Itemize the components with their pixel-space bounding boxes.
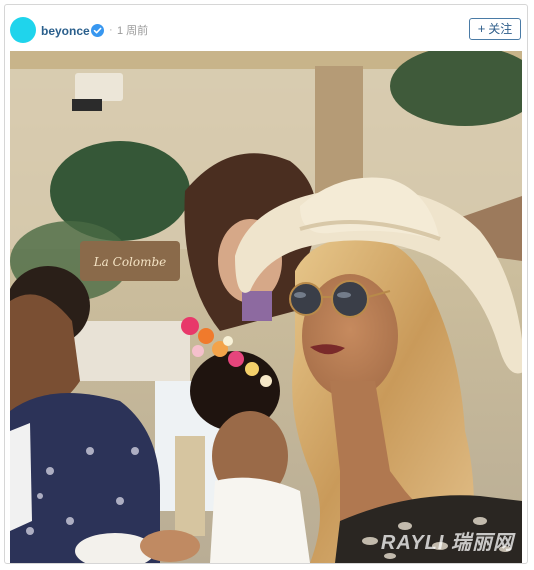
follow-button[interactable]: + 关注	[469, 18, 521, 40]
photo-illustration: La Colombe	[10, 51, 522, 563]
user-avatar[interactable]	[10, 17, 36, 43]
watermark-logo: RAYLI 瑞丽网	[381, 526, 514, 555]
post-timestamp[interactable]: 1 周前	[117, 24, 148, 38]
restaurant-sign-text: La Colombe	[93, 255, 167, 269]
verified-check-icon	[91, 24, 104, 37]
post-photo[interactable]: La Colombe RAYLI 瑞丽网	[10, 51, 522, 563]
follow-button-label: 关注	[488, 22, 513, 36]
watermark-text: RAYLI 瑞丽网	[380, 532, 514, 554]
post-header: beyonce · 1 周前 + 关注	[5, 5, 527, 51]
instagram-post-card: beyonce · 1 周前 + 关注 La Colombe RAYLI 瑞丽网	[4, 4, 528, 564]
plus-icon: +	[477, 21, 486, 36]
username-link[interactable]: beyonce	[41, 24, 90, 38]
separator-dot: ·	[109, 24, 113, 36]
